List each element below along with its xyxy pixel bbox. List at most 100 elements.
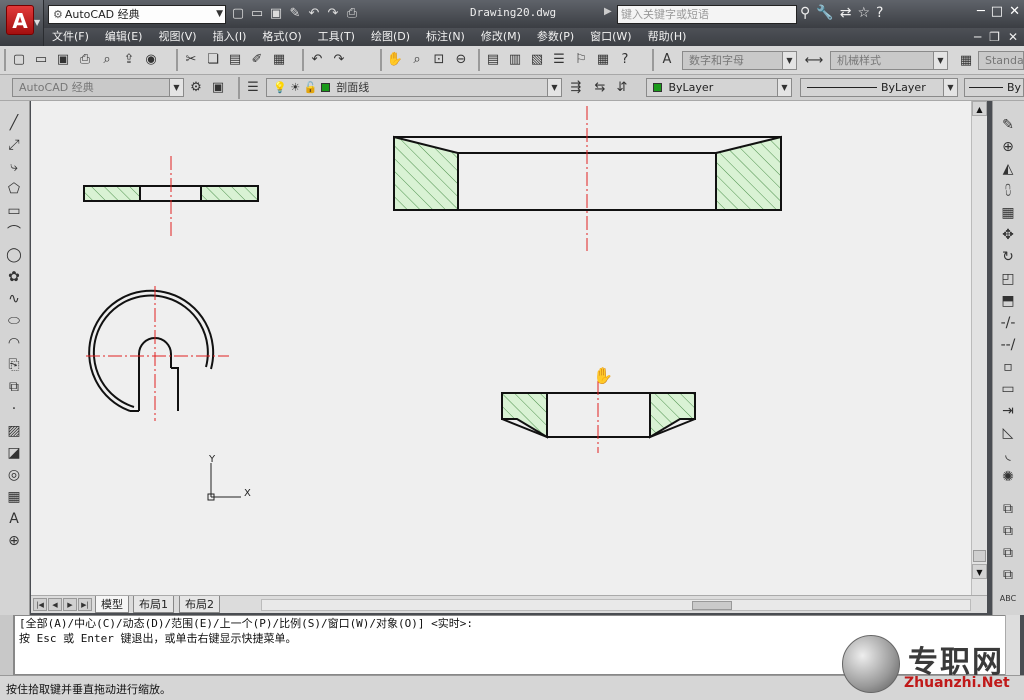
revision-cloud-icon[interactable]: ✿ (3, 267, 25, 287)
zoom-previous-icon[interactable]: ⊖ (451, 49, 471, 70)
sheet-set-icon[interactable]: ☰ (549, 49, 569, 70)
text-style-combo[interactable]: 数字和字母 ▼ (682, 51, 797, 70)
layer-manager-icon[interactable]: ☰ (243, 77, 263, 98)
region-icon[interactable]: ◎ (3, 465, 25, 485)
text-front-icon[interactable]: ABC (997, 589, 1019, 609)
table-style-icon[interactable]: ▦ (956, 50, 976, 71)
maximize-icon[interactable]: □ (991, 4, 1003, 19)
tool-palettes-icon[interactable]: ▧ (527, 49, 547, 70)
trim-icon[interactable]: -/- (997, 313, 1019, 333)
draworder-below-icon[interactable]: ⧉ (997, 565, 1019, 585)
save-as-icon[interactable]: ✎ (287, 6, 303, 22)
drawing-svg[interactable]: ✋ Y X (31, 101, 971, 595)
menu-format[interactable]: 格式(O) (254, 28, 309, 46)
search-arrow-icon[interactable]: ▶ (604, 6, 612, 17)
hscroll-thumb[interactable] (692, 601, 732, 610)
menu-window[interactable]: 窗口(W) (582, 28, 639, 46)
text-style-icon[interactable]: A (657, 49, 677, 70)
save-icon[interactable]: ▣ (53, 49, 73, 70)
polyline-icon[interactable]: ⤷ (3, 157, 25, 177)
calculator-icon[interactable]: ▦ (593, 49, 613, 70)
layer-previous-icon[interactable]: ⇆ (590, 77, 610, 98)
mirror-icon[interactable]: ◭ (997, 159, 1019, 179)
line-icon[interactable]: ╱ (3, 113, 25, 133)
last-tab-icon[interactable]: ▶| (78, 598, 92, 611)
lineweight-combo[interactable]: By (964, 78, 1024, 97)
horizontal-scrollbar[interactable] (261, 599, 971, 611)
vertical-scrollbar[interactable]: ▲ ▼ (971, 101, 987, 595)
menu-tools[interactable]: 工具(T) (310, 28, 363, 46)
match-properties-icon[interactable]: ✐ (247, 49, 267, 70)
menu-dimension[interactable]: 标注(N) (418, 28, 473, 46)
dim-style-combo[interactable]: 机械样式 ▼ (830, 51, 948, 70)
construction-line-icon[interactable]: ⤢ (3, 135, 25, 155)
drawing-area[interactable]: ✋ Y X (31, 101, 971, 595)
make-current-layer-icon[interactable]: ⇶ (566, 77, 586, 98)
workspace-settings-icon[interactable]: ⚙ (186, 77, 206, 98)
undo-icon[interactable]: ↶ (307, 49, 327, 70)
cut-icon[interactable]: ✂ (181, 49, 201, 70)
multiline-text-icon[interactable]: A (3, 509, 25, 529)
rotate-icon[interactable]: ↻ (997, 247, 1019, 267)
ellipse-icon[interactable]: ⬭ (3, 311, 25, 331)
preview-icon[interactable]: ⌕ (97, 49, 117, 70)
add-selected-icon[interactable]: ⊕ (3, 531, 25, 551)
hatch-icon[interactable]: ▨ (3, 421, 25, 441)
close-icon[interactable]: ✕ (1009, 4, 1020, 19)
offset-icon[interactable]: ⩇ (997, 181, 1019, 201)
layer-state-icon[interactable]: ⇵ (612, 77, 632, 98)
draworder-front-icon[interactable]: ⧉ (997, 499, 1019, 519)
markup-icon[interactable]: ⚐ (571, 49, 591, 70)
redo-icon[interactable]: ↷ (325, 6, 341, 22)
next-tab-icon[interactable]: ▶ (63, 598, 77, 611)
help-icon[interactable]: ? (615, 49, 635, 70)
new-icon[interactable]: ▢ (9, 49, 29, 70)
save-icon[interactable]: ▣ (268, 6, 284, 22)
help-icon[interactable]: ? (876, 5, 883, 21)
color-combo[interactable]: ByLayer ▼ (646, 78, 792, 97)
scroll-up-icon[interactable]: ▲ (972, 101, 987, 116)
break-at-point-icon[interactable]: ▫ (997, 357, 1019, 377)
pan-icon[interactable]: ✋ (385, 49, 405, 70)
workspace-save-icon[interactable]: ▣ (208, 77, 228, 98)
dim-style-icon[interactable]: ⟷ (804, 50, 824, 71)
menu-draw[interactable]: 绘图(D) (363, 28, 418, 46)
arc-icon[interactable]: ⌒ (3, 223, 25, 243)
properties-icon[interactable]: ▤ (483, 49, 503, 70)
menu-edit[interactable]: 编辑(E) (97, 28, 151, 46)
zoom-realtime-icon[interactable]: ⌕ (407, 49, 427, 70)
erase-icon[interactable]: ✎ (997, 115, 1019, 135)
washer-section-small[interactable] (83, 156, 259, 236)
workspace-combo[interactable]: AutoCAD 经典 ▼ (12, 78, 184, 97)
application-button[interactable]: A ▼ (0, 0, 44, 46)
menu-modify[interactable]: 修改(M) (473, 28, 529, 46)
chamfer-icon[interactable]: ◺ (997, 423, 1019, 443)
new-icon[interactable]: ▢ (230, 6, 246, 22)
circle-icon[interactable]: ◯ (3, 245, 25, 265)
point-icon[interactable]: · (3, 399, 25, 419)
copy-icon[interactable]: ❏ (203, 49, 223, 70)
binoculars-icon[interactable]: ⚲ (800, 5, 810, 21)
ellipse-arc-icon[interactable]: ◠ (3, 333, 25, 353)
array-icon[interactable]: ▦ (997, 203, 1019, 223)
minimize-icon[interactable]: ─ (977, 4, 985, 19)
table-style-combo[interactable]: Standa (978, 51, 1024, 70)
linetype-combo[interactable]: ByLayer ▼ (800, 78, 958, 97)
doc-close-icon[interactable]: ✕ (1008, 30, 1018, 44)
redo-icon[interactable]: ↷ (329, 49, 349, 70)
first-tab-icon[interactable]: |◀ (33, 598, 47, 611)
scale-icon[interactable]: ◰ (997, 269, 1019, 289)
scroll-down-icon[interactable]: ▼ (972, 564, 987, 579)
table-icon[interactable]: ▦ (3, 487, 25, 507)
draworder-above-icon[interactable]: ⧉ (997, 543, 1019, 563)
tab-layout2[interactable]: 布局2 (179, 596, 220, 613)
menu-view[interactable]: 视图(V) (150, 28, 204, 46)
3d-dwf-icon[interactable]: ◉ (141, 49, 161, 70)
doc-restore-icon[interactable]: ❐ (989, 30, 1000, 44)
star-icon[interactable]: ☆ (857, 5, 870, 21)
break-icon[interactable]: ▭ (997, 379, 1019, 399)
paste-icon[interactable]: ▤ (225, 49, 245, 70)
stretch-icon[interactable]: ⬒ (997, 291, 1019, 311)
copy-object-icon[interactable]: ⊕ (997, 137, 1019, 157)
gradient-icon[interactable]: ◪ (3, 443, 25, 463)
